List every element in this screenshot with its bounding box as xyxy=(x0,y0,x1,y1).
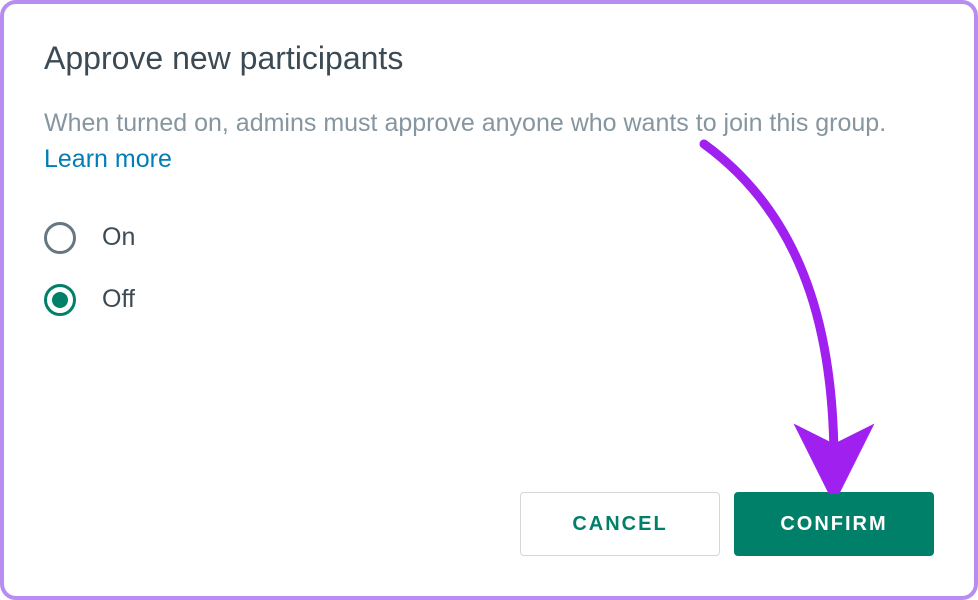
dialog-description: When turned on, admins must approve anyo… xyxy=(44,105,924,178)
dialog-title: Approve new participants xyxy=(44,40,934,77)
radio-icon xyxy=(44,222,76,254)
cancel-button[interactable]: CANCEL xyxy=(520,492,720,556)
radio-option-on[interactable]: On xyxy=(44,222,934,254)
dialog-frame: Approve new participants When turned on,… xyxy=(0,0,978,600)
description-text: When turned on, admins must approve anyo… xyxy=(44,109,886,137)
radio-icon xyxy=(44,284,76,316)
radio-label-on: On xyxy=(102,223,135,252)
radio-option-off[interactable]: Off xyxy=(44,284,934,316)
dialog-button-row: CANCEL CONFIRM xyxy=(520,492,934,556)
radio-group: On Off xyxy=(44,222,934,316)
radio-label-off: Off xyxy=(102,285,135,314)
confirm-button[interactable]: CONFIRM xyxy=(734,492,934,556)
learn-more-link[interactable]: Learn more xyxy=(44,145,172,173)
